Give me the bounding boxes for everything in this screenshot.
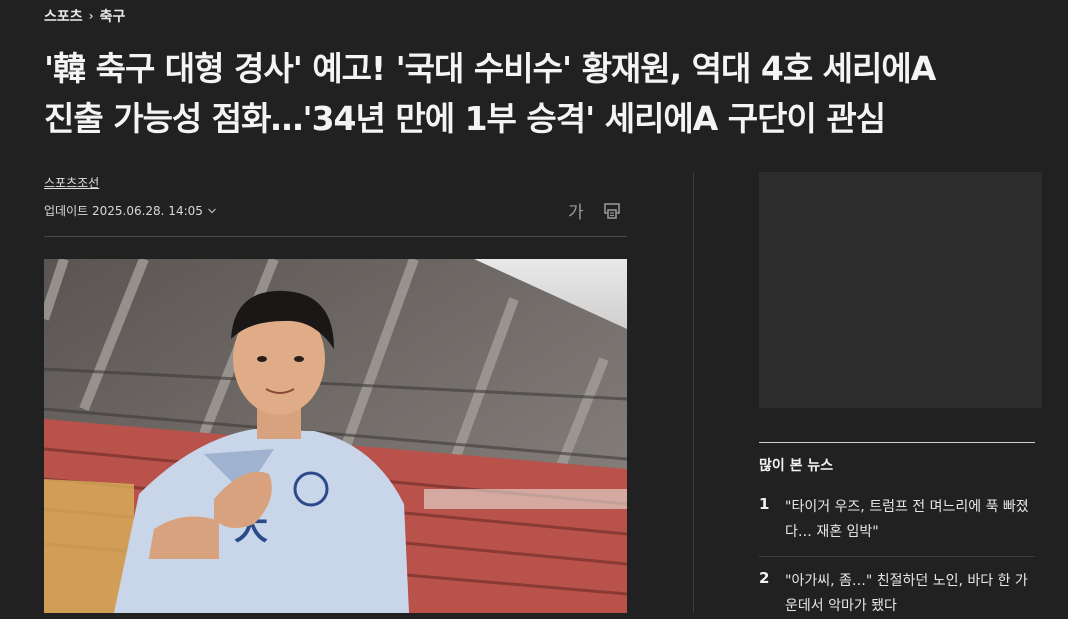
chevron-right-icon: ›: [88, 9, 94, 23]
updated-text: 업데이트 2025.06.28. 14:05: [44, 204, 203, 218]
item-divider: [759, 556, 1035, 557]
article-title-line1: '韓 축구 대형 경사' 예고! '국대 수비수' 황재원, 역대 4호 세리에…: [44, 49, 936, 88]
column-divider: [693, 172, 694, 613]
article-title-line2: 진출 가능성 점화…'34년 만에 1부 승격' 세리에A 구단이 관심: [44, 99, 886, 138]
print-icon[interactable]: [602, 201, 622, 221]
breadcrumb: 스포츠 › 축구: [44, 6, 125, 26]
breadcrumb-section[interactable]: 스포츠: [44, 6, 83, 26]
updated-timestamp[interactable]: 업데이트 2025.06.28. 14:05: [44, 202, 217, 219]
most-viewed-item[interactable]: 2 "아가씨, 좀…" 친절하던 노인, 바다 한 가운데서 악마가 됐다: [759, 569, 1035, 619]
player-photo-illustration: 大: [44, 259, 627, 613]
article-tools: 가: [568, 198, 622, 223]
font-size-button[interactable]: 가: [568, 198, 584, 223]
news-headline[interactable]: "타이거 우즈, 트럼프 전 며느리에 푹 빠졌다… 재혼 임박": [785, 495, 1031, 545]
most-viewed-divider: [759, 442, 1035, 443]
chevron-down-icon: [207, 208, 216, 213]
rank-number: 2: [759, 569, 770, 587]
ad-banner[interactable]: [759, 172, 1042, 408]
breadcrumb-category[interactable]: 축구: [100, 6, 126, 26]
news-headline[interactable]: "아가씨, 좀…" 친절하던 노인, 바다 한 가운데서 악마가 됐다: [785, 569, 1031, 619]
article-title: '韓 축구 대형 경사' 예고! '국대 수비수' 황재원, 역대 4호 세리에…: [44, 44, 1024, 144]
most-viewed-item[interactable]: 1 "타이거 우즈, 트럼프 전 며느리에 푹 빠졌다… 재혼 임박": [759, 495, 1035, 545]
source-link[interactable]: 스포츠조선: [44, 174, 99, 191]
article-photo[interactable]: 大: [44, 259, 627, 613]
rank-number: 1: [759, 495, 770, 513]
most-viewed-heading: 많이 본 뉴스: [759, 458, 834, 474]
header-divider: [44, 236, 627, 237]
